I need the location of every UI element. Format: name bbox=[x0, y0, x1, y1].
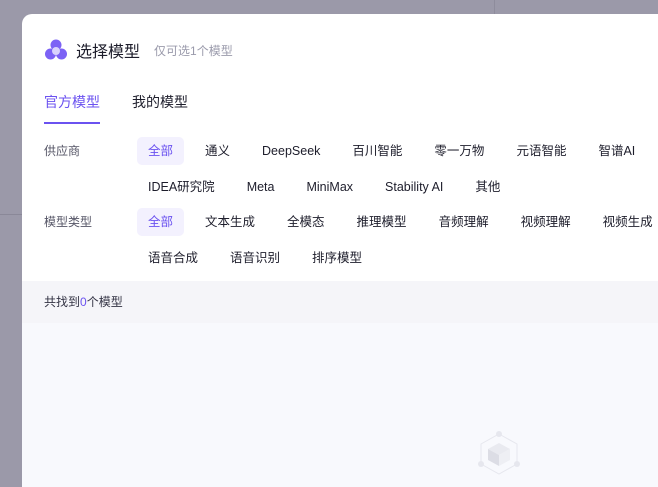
result-number: 0 bbox=[80, 295, 87, 309]
type-option[interactable]: 语音识别 bbox=[219, 244, 291, 272]
tab-my-models[interactable]: 我的模型 bbox=[132, 92, 188, 124]
type-filter: 模型类型 全部 文本生成 全模态 推理模型 音频理解 视频理解 视频生成语音合成 语音识别 排序… bbox=[44, 208, 658, 272]
dialog-title: 选择模型 bbox=[76, 44, 141, 61]
type-option[interactable]: 全部 bbox=[137, 208, 185, 236]
hexagon-logo-icon bbox=[45, 39, 67, 60]
provider-option[interactable]: Stability AI bbox=[374, 173, 454, 201]
provider-option[interactable]: 百川智能 bbox=[341, 137, 413, 165]
provider-filter: 供应商 全部通义DeepSeek百川智能零一万物元语智能智谱AIBIDEA研究院… bbox=[44, 137, 658, 201]
provider-option[interactable]: DeepSeek bbox=[251, 137, 331, 165]
type-option[interactable]: 语音合成 bbox=[137, 244, 209, 272]
type-option[interactable]: 视频理解 bbox=[510, 208, 582, 236]
background-divider bbox=[0, 214, 22, 215]
dialog-subtitle: 仅可选1个模型 bbox=[154, 43, 233, 58]
type-option[interactable]: 推理模型 bbox=[346, 208, 418, 236]
provider-option[interactable]: 元语智能 bbox=[505, 137, 577, 165]
provider-option[interactable]: 通义 bbox=[194, 137, 241, 165]
result-count: 共找到0个模型 bbox=[22, 281, 658, 323]
provider-option[interactable]: IDEA研究院 bbox=[137, 173, 226, 201]
provider-option[interactable]: 其他 bbox=[464, 173, 511, 201]
result-prefix: 共找到 bbox=[44, 295, 81, 309]
empty-cube-icon bbox=[478, 431, 520, 475]
type-option[interactable]: 排序模型 bbox=[301, 244, 373, 272]
provider-option[interactable]: 零一万物 bbox=[423, 137, 495, 165]
model-list-empty bbox=[22, 323, 658, 487]
provider-filter-label: 供应商 bbox=[44, 144, 81, 158]
provider-option[interactable]: 全部 bbox=[137, 137, 185, 165]
tab-bar: 官方模型 我的模型 bbox=[44, 92, 188, 124]
provider-option[interactable]: Meta bbox=[236, 173, 286, 201]
provider-option[interactable]: MiniMax bbox=[295, 173, 364, 201]
background-divider bbox=[494, 0, 495, 14]
type-option[interactable]: 音频理解 bbox=[428, 208, 500, 236]
result-suffix: 个模型 bbox=[86, 295, 123, 309]
type-option[interactable]: 全模态 bbox=[276, 208, 336, 236]
type-filter-label: 模型类型 bbox=[44, 215, 93, 229]
provider-option[interactable]: 智谱AI bbox=[587, 137, 646, 165]
dialog-header: 选择模型 仅可选1个模型 bbox=[44, 38, 233, 62]
type-options: 全部 文本生成 全模态 推理模型 音频理解 视频理解 视频生成语音合成 语音识别 排序模型 bbox=[137, 208, 658, 272]
tab-official-models[interactable]: 官方模型 bbox=[44, 92, 100, 124]
type-option[interactable]: 文本生成 bbox=[194, 208, 266, 236]
provider-options: 全部通义DeepSeek百川智能零一万物元语智能智谱AIBIDEA研究院Meta… bbox=[137, 137, 658, 201]
select-model-dialog: 选择模型 仅可选1个模型 官方模型 我的模型 供应商 全部 通义 DeepSeek 百… bbox=[22, 14, 658, 487]
type-option[interactable]: 视频生成 bbox=[592, 208, 658, 236]
